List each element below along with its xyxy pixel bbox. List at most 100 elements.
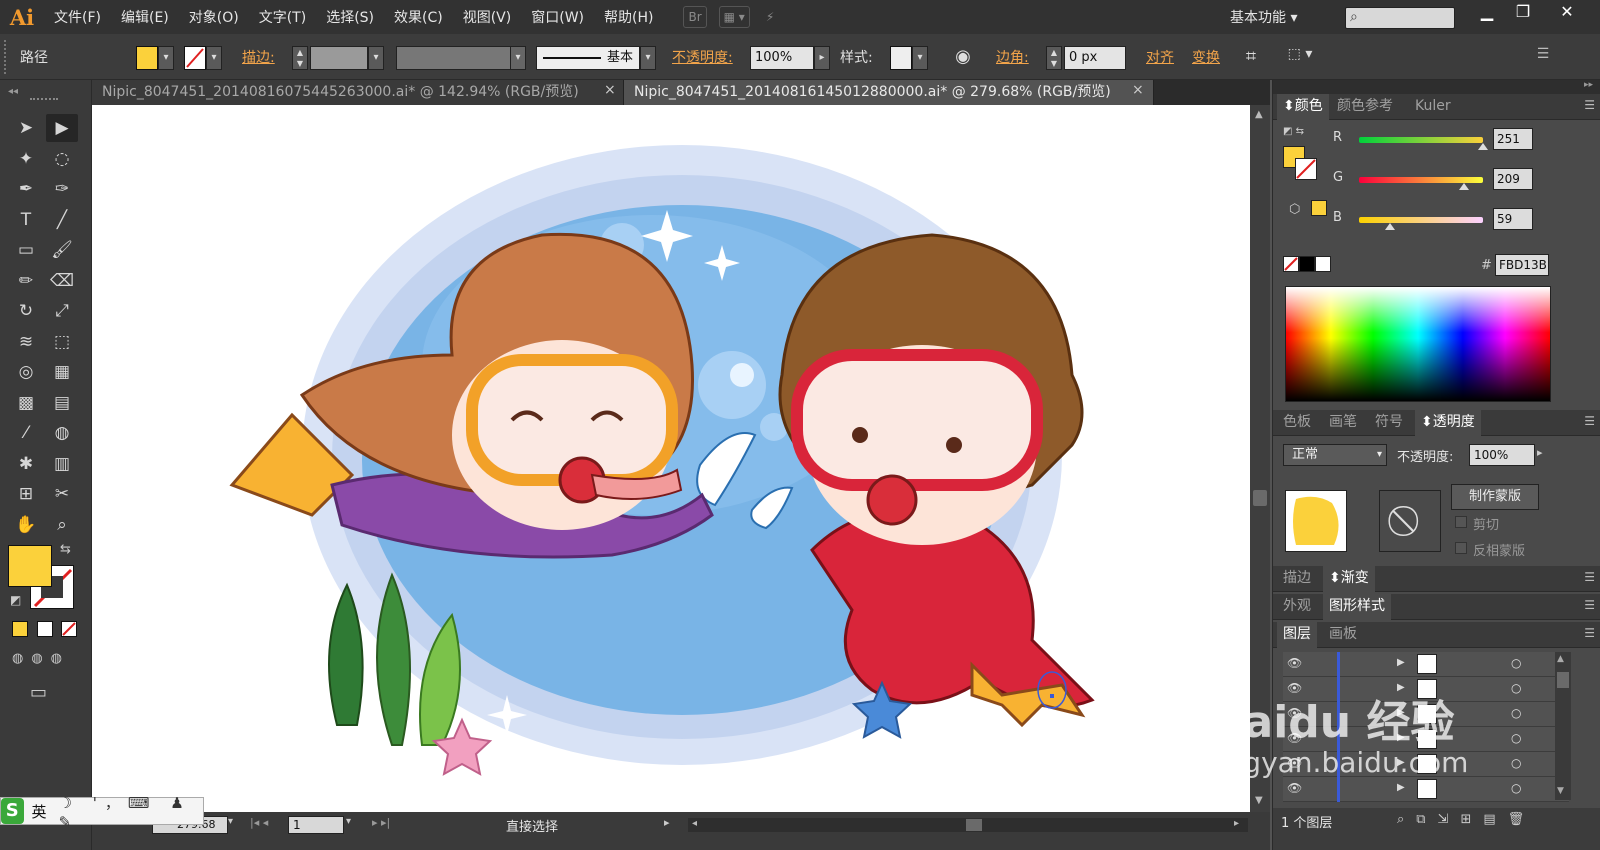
- red-thumb[interactable]: [1478, 143, 1488, 150]
- panel-menu-icon[interactable]: ☰: [1584, 414, 1595, 428]
- stroke-swatch[interactable]: [184, 46, 206, 70]
- layer-row[interactable]: 👁 ▶ ○: [1283, 652, 1569, 677]
- panel-menu-icon[interactable]: ☰: [1584, 98, 1595, 112]
- direct-selection-tool-icon[interactable]: ▶: [46, 114, 78, 142]
- align-link[interactable]: 对齐: [1146, 46, 1174, 70]
- gpu-performance-icon[interactable]: ⚡: [762, 6, 778, 28]
- blend-tool-icon[interactable]: ◍: [46, 419, 78, 447]
- selection-tool-icon[interactable]: ➤: [10, 114, 42, 142]
- restore-button[interactable]: ❐: [1506, 2, 1540, 24]
- expand-triangle-icon[interactable]: ▶: [1397, 682, 1405, 693]
- tab-graphic-styles[interactable]: 图形样式: [1323, 594, 1391, 620]
- zoom-tool-icon[interactable]: ⌕: [46, 511, 78, 539]
- column-graph-tool-icon[interactable]: ▥: [46, 450, 78, 478]
- menu-item-0[interactable]: 文件(F): [44, 7, 111, 27]
- blue-thumb[interactable]: [1385, 223, 1395, 230]
- layers-scrollbar[interactable]: ▲ ▼: [1555, 652, 1571, 800]
- artboard-canvas[interactable]: [92, 105, 1250, 812]
- mesh-tool-icon[interactable]: ▩: [10, 389, 42, 417]
- target-circle-icon[interactable]: ○: [1511, 656, 1521, 670]
- opacity-slider-icon[interactable]: ▸: [1537, 446, 1543, 459]
- menu-item-1[interactable]: 编辑(E): [111, 7, 179, 27]
- line-segment-tool-icon[interactable]: ╱: [46, 206, 78, 234]
- expand-triangle-icon[interactable]: ▶: [1397, 657, 1405, 668]
- eraser-tool-icon[interactable]: ⌫: [46, 267, 78, 295]
- ime-tools[interactable]: ☽ '，⌨ ♟ ✎: [59, 792, 203, 831]
- stroke-label[interactable]: 描边:: [242, 46, 275, 70]
- paintbrush-tool-icon[interactable]: 🖌: [46, 236, 78, 264]
- close-tab-icon[interactable]: ×: [604, 82, 616, 98]
- tab-stroke[interactable]: 描边: [1277, 566, 1317, 592]
- menu-item-3[interactable]: 文字(T): [249, 7, 316, 27]
- blend-mode-select[interactable]: 正常 ▾: [1283, 444, 1387, 466]
- menu-item-2[interactable]: 对象(O): [179, 7, 249, 27]
- panel-menu-icon[interactable]: ☰: [1584, 598, 1595, 612]
- menu-item-7[interactable]: 窗口(W): [521, 7, 594, 27]
- corner-stepper[interactable]: ▲ ▼: [1046, 46, 1062, 70]
- free-transform-tool-icon[interactable]: ⬚: [46, 328, 78, 356]
- style-dropdown[interactable]: ▾: [912, 46, 928, 70]
- corner-radius-field[interactable]: 0 px: [1064, 46, 1126, 70]
- hex-field[interactable]: FBD13B: [1495, 254, 1549, 276]
- tab-transparency[interactable]: ⬍透明度: [1415, 410, 1481, 436]
- graph-tool-icon[interactable]: ▦: [46, 358, 78, 386]
- target-circle-icon[interactable]: ○: [1511, 781, 1521, 795]
- minimize-button[interactable]: ▁: [1470, 2, 1504, 24]
- eyedropper-tool-icon[interactable]: ⁄: [10, 419, 42, 447]
- artboard-number-field[interactable]: 1: [288, 816, 344, 834]
- status-menu-icon[interactable]: ▸: [664, 816, 670, 829]
- none-mode-button[interactable]: [61, 621, 77, 637]
- lasso-tool-icon[interactable]: ◌: [46, 145, 78, 173]
- invert-mask-checkbox[interactable]: [1455, 542, 1467, 554]
- clip-checkbox[interactable]: [1455, 516, 1467, 528]
- search-input[interactable]: ⌕: [1345, 7, 1455, 29]
- current-stroke-swatch[interactable]: [1295, 158, 1317, 180]
- blue-value-field[interactable]: 59: [1493, 208, 1533, 230]
- expand-dock-icon[interactable]: ▸▸: [1584, 80, 1593, 90]
- swap-fill-stroke-icon[interactable]: ⇆: [60, 542, 71, 557]
- scroll-left-icon[interactable]: ◂: [692, 818, 697, 829]
- menu-item-6[interactable]: 视图(V): [453, 7, 522, 27]
- gradient-tool-icon[interactable]: ▤: [46, 389, 78, 417]
- fill-dropdown[interactable]: ▾: [158, 46, 174, 70]
- collapse-icon[interactable]: ◂◂: [8, 86, 18, 97]
- panel-menu-icon[interactable]: ☰: [1584, 626, 1595, 640]
- variable-width-profile[interactable]: [396, 46, 512, 70]
- opacity-label[interactable]: 不透明度:: [672, 46, 733, 70]
- fill-swatch[interactable]: [136, 46, 158, 70]
- visibility-eye-icon[interactable]: 👁: [1287, 781, 1302, 795]
- stroke-weight-dropdown[interactable]: ▾: [368, 46, 384, 70]
- horizontal-scrollbar[interactable]: ◂ ▸: [688, 818, 1248, 832]
- bridge-button[interactable]: Br: [683, 6, 707, 28]
- artboard-dropdown[interactable]: ▾: [346, 816, 351, 827]
- hand-tool-icon[interactable]: ✋: [10, 511, 42, 539]
- pen-tool-icon[interactable]: ✒: [10, 175, 42, 203]
- first-artboard-icon[interactable]: |◂ ◂: [250, 816, 268, 829]
- zoom-dropdown[interactable]: ▾: [228, 816, 233, 827]
- draw-modes[interactable]: ◍◍◍: [12, 651, 70, 666]
- green-thumb[interactable]: [1459, 183, 1469, 190]
- stroke-weight-stepper[interactable]: ▲ ▼: [292, 46, 308, 70]
- close-button[interactable]: ✕: [1550, 2, 1584, 24]
- brush-dropdown[interactable]: ▾: [640, 46, 656, 70]
- color-spectrum[interactable]: [1285, 286, 1551, 402]
- black-color-button[interactable]: [1299, 256, 1315, 272]
- default-colors-icon[interactable]: ◩ ⇆: [1283, 126, 1304, 137]
- tab-appearance[interactable]: 外观: [1277, 594, 1317, 620]
- tab-document-2[interactable]: Nipic_8047451_20140816145012880000.ai* @…: [624, 80, 1154, 105]
- shape-builder-tool-icon[interactable]: ◎: [10, 358, 42, 386]
- corner-label[interactable]: 边角:: [996, 46, 1029, 70]
- panel-menu-icon[interactable]: ☰: [1584, 570, 1595, 584]
- tab-color-guide[interactable]: 颜色参考: [1331, 94, 1399, 120]
- layer-row[interactable]: 👁 ▶ ○: [1283, 777, 1569, 802]
- panel-menu-icon[interactable]: ☰: [1532, 46, 1554, 70]
- transparency-opacity-field[interactable]: 100%: [1469, 444, 1535, 466]
- tab-swatches[interactable]: 色板: [1277, 410, 1317, 436]
- default-fill-stroke-icon[interactable]: ◩: [10, 593, 21, 607]
- stroke-weight-field[interactable]: [310, 46, 368, 70]
- scroll-right-icon[interactable]: ▸: [1234, 818, 1239, 829]
- rectangle-tool-icon[interactable]: ▭: [10, 236, 42, 264]
- opacity-dropdown[interactable]: ▸: [814, 46, 830, 70]
- layer-actions[interactable]: ⌕⧉⇲⊞▤🗑: [1397, 812, 1536, 827]
- screen-mode-icon[interactable]: ▭: [30, 682, 47, 703]
